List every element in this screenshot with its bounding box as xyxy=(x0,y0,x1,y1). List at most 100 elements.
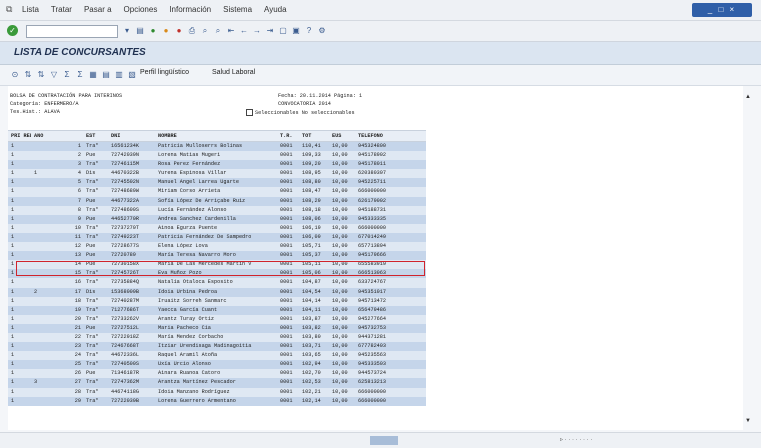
system-menu-icon[interactable]: ⧉ xyxy=(6,4,12,15)
col-est[interactable]: EST xyxy=(86,131,108,141)
row-tot: 103,82 xyxy=(302,324,321,331)
row-tot: 103,65 xyxy=(302,352,321,359)
layout-menu-icon[interactable]: ⚙ xyxy=(317,25,327,36)
table-row[interactable]: 1 1 Tra* 16561234K Patricia Mulloserrs Bolin… xyxy=(8,142,426,152)
previous-page-icon[interactable]: ← xyxy=(239,25,249,36)
col-telefono[interactable]: TELEFONO xyxy=(358,131,424,141)
salud-laboral-button[interactable]: Salud Laboral xyxy=(212,69,255,76)
sum-icon[interactable]: Σ xyxy=(62,69,72,80)
row-dni: 72745502N xyxy=(111,179,140,186)
table-row[interactable]: 1 1 4 Dis 44670322B Yurena Espinosa Villar 000… xyxy=(8,169,426,179)
table-row[interactable]: 1 20 Tra* 72733262V Arantz Turay Ortiz 0001 10… xyxy=(8,314,426,324)
table-row[interactable]: 1 22 Tra* 72722918Z María Mendez Corbacho 000… xyxy=(8,332,426,343)
table-row[interactable]: 1 11 Tra* 72749223T Patricia Fernández De Sa… xyxy=(8,232,426,243)
print-icon[interactable]: ⎙ xyxy=(187,25,197,36)
col-ano[interactable]: ANO xyxy=(34,131,54,141)
row-ano: 1 xyxy=(34,170,38,177)
col-nombre[interactable]: NOMBRE xyxy=(158,131,278,141)
filter-icon[interactable]: ▽ xyxy=(49,69,59,80)
select-layout-icon[interactable]: ▥ xyxy=(114,69,124,80)
table-row[interactable]: 1 29 Tra* 72722039B Lorena Guerrero Armentan… xyxy=(8,396,426,406)
menu-opciones[interactable]: Opciones xyxy=(124,5,158,14)
first-page-icon[interactable]: ⇤ xyxy=(226,25,236,36)
row-nombre: Natalia Otaloca Esposito xyxy=(158,279,233,286)
title-bar: LISTA DE CONCURSANTES xyxy=(0,42,761,65)
table-row[interactable]: 1 6 Tra* 72748689W Miriam Corso Arrieta 0001 1… xyxy=(8,187,426,197)
row-tr: 0001 xyxy=(280,252,293,259)
last-page-icon[interactable]: ⇥ xyxy=(265,25,275,36)
table-row[interactable]: 1 13 Pue 72720789 María Teresa Navarro Moro 0… xyxy=(8,251,426,261)
table-row[interactable]: 1 10 Tra* 72737270T Ainoa Egurza Puente 0001 1… xyxy=(8,223,426,233)
exit-icon[interactable]: ● xyxy=(161,25,171,36)
menu-tratar[interactable]: Tratar xyxy=(51,5,72,14)
row-tr: 0001 xyxy=(280,352,293,359)
table-row[interactable]: 1 28 Tra* 44674118G Idoia Manzano Rodríguez 0… xyxy=(8,387,426,397)
col-dni[interactable]: DNI xyxy=(111,131,155,141)
table-row[interactable]: 1 25 Tra* 72740500S Uxía Urcio Alonso 0001 102… xyxy=(8,360,426,370)
row-est: Tra* xyxy=(86,206,99,213)
export-icon[interactable]: ▦ xyxy=(88,69,98,80)
menu-informacion[interactable]: Información xyxy=(169,5,211,14)
table-row[interactable]: 1 12 Pue 72728677S Elena López Lova 0001 105,7… xyxy=(8,242,426,252)
subtotal-icon[interactable]: Σ xyxy=(75,69,85,80)
perfil-linguistico-button[interactable]: Perfil lingüístico xyxy=(140,69,189,76)
sort-asc-icon[interactable]: ⇅ xyxy=(23,69,33,80)
table-row[interactable]: 1 9 Pue 44652770R Andrea Sanchez Cardenilla 0… xyxy=(8,214,426,224)
new-session-icon[interactable]: ▢ xyxy=(278,25,288,36)
command-field[interactable] xyxy=(26,25,118,38)
save-layout-icon[interactable]: ▧ xyxy=(127,69,137,80)
find-next-icon[interactable]: ⌕ xyxy=(213,25,223,36)
help-icon[interactable]: ? xyxy=(304,25,314,36)
row-pri-rel: 1 xyxy=(11,324,15,331)
row-tr: 0001 xyxy=(280,361,293,368)
scroll-up-icon[interactable]: ▲ xyxy=(745,94,751,100)
table-row[interactable]: 1 2 Pue 72742039N Lorena Matias Mugeri 0001 10… xyxy=(8,151,426,161)
table-row[interactable]: 1 3 27 Tra* 72747362M Arantza Martínez Pescad… xyxy=(8,378,426,388)
find-icon[interactable]: ⌕ xyxy=(200,25,210,36)
vertical-scrollbar[interactable]: ▲ ▼ xyxy=(743,86,753,430)
row-eus: 10,00 xyxy=(332,252,348,259)
col-pri-rel[interactable]: PRI REL xyxy=(11,131,31,141)
row-tot: 103,71 xyxy=(302,343,321,350)
next-page-icon[interactable]: → xyxy=(252,25,262,36)
cancel-icon[interactable]: ● xyxy=(174,25,184,36)
table-row[interactable]: 1 8 Tra* 72748600S Lucía Fernández Alonso 000… xyxy=(8,205,426,215)
table-row[interactable]: 1 19 Tra* 71277686T Yaecca García Cuant 0001 1… xyxy=(8,305,426,315)
save-icon[interactable]: ▤ xyxy=(135,25,145,36)
table-row[interactable]: 1 21 Pue 72727512L Maria Pacheco Cia 0001 103,… xyxy=(8,323,426,333)
enter-check-icon[interactable]: ✓ xyxy=(7,25,18,36)
dropdown-icon[interactable]: ▾ xyxy=(122,25,132,36)
menu-lista[interactable]: Lista xyxy=(22,5,39,14)
table-row[interactable]: 1 23 Tra* 72467668T Itziar Urendisaga Madina… xyxy=(8,342,426,352)
row-nombre: Manuel Angel Larrea Ugarte xyxy=(158,179,239,186)
window-controls[interactable]: _ □ × xyxy=(692,3,752,17)
table-row[interactable]: 1 16 Tra* 72735884Q Natalia Otaloca Esposito… xyxy=(8,278,426,288)
col-tot[interactable]: TOT xyxy=(302,131,330,141)
layout-icon[interactable]: ▤ xyxy=(101,69,111,80)
report-legend: Seleccionables No seleccionables xyxy=(246,109,355,116)
back-icon[interactable]: ● xyxy=(148,25,158,36)
sort-desc-icon[interactable]: ⇅ xyxy=(36,69,46,80)
row-pri-rel: 1 xyxy=(11,252,15,259)
table-row[interactable]: 1 2 17 Dis 15368009B Idoia Urbina Pedroa 0001 1… xyxy=(8,287,426,297)
details-icon[interactable]: ⊙ xyxy=(10,69,20,80)
row-dni: 71277686T xyxy=(111,306,140,313)
table-row[interactable]: 1 5 Tra* 72745502N Manuel Angel Larrea Ugart… xyxy=(8,178,426,188)
shortcut-icon[interactable]: ▣ xyxy=(291,25,301,36)
row-eus: 10,00 xyxy=(332,388,348,395)
table-row[interactable]: 1 7 Pue 44677322A Sofía López De Arriçabe Ru… xyxy=(8,196,426,206)
table-row[interactable]: 1 24 Tra* 44672336L Raquel Aramil Atoña 0001 1… xyxy=(8,351,426,361)
table-row[interactable]: 1 3 Tra* 72746115M Rosa Perez Fernández 0001 1… xyxy=(8,160,426,170)
table-row[interactable]: 1 18 Tra* 72740287M Iruaitz Sorreh Sanmarc 00… xyxy=(8,296,426,306)
menu-pasar-a[interactable]: Pasar a xyxy=(84,5,112,14)
scroll-down-icon[interactable]: ▼ xyxy=(745,418,751,424)
menu-sistema[interactable]: Sistema xyxy=(223,5,252,14)
row-pri-rel: 1 xyxy=(11,224,15,231)
col-eus[interactable]: EUS xyxy=(332,131,354,141)
menu-ayuda[interactable]: Ayuda xyxy=(264,5,287,14)
row-nombre: Andrea Sanchez Cardenilla xyxy=(158,215,236,222)
table-row[interactable]: 1 26 Pue 71346187R Ainara Ruanoa Catoro 0001 1… xyxy=(8,369,426,379)
row-nombre: Yaecca García Cuant xyxy=(158,306,218,313)
row-est: Tra* xyxy=(86,397,99,404)
col-tr[interactable]: T.R. xyxy=(280,131,300,141)
